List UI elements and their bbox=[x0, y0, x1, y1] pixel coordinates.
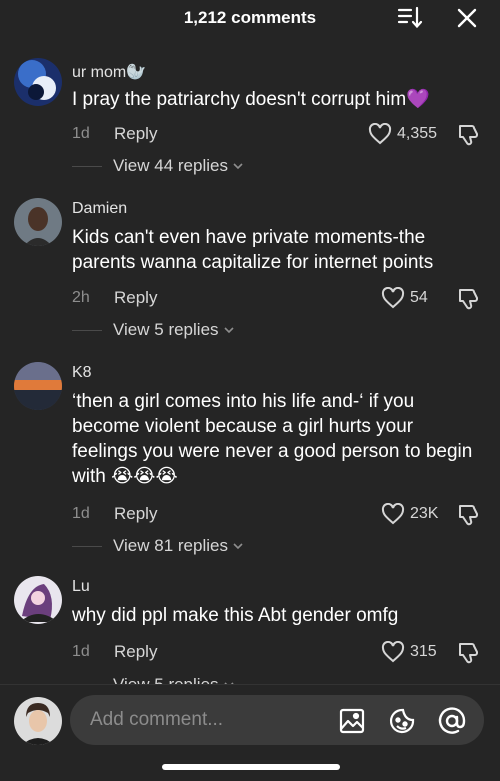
mention-icon[interactable] bbox=[438, 707, 466, 735]
avatar[interactable] bbox=[14, 58, 62, 106]
comment-text: Kids can't even have private moments-the… bbox=[72, 227, 434, 273]
reply-button[interactable]: Reply bbox=[114, 504, 157, 524]
like-count: 54 bbox=[410, 289, 428, 306]
comment-username[interactable]: ur mom🦭 bbox=[72, 62, 146, 82]
view-replies-label: View 5 replies bbox=[113, 675, 219, 684]
dislike-icon[interactable] bbox=[456, 286, 480, 310]
view-replies-label: View 5 replies bbox=[113, 320, 219, 339]
comment-username[interactable]: Damien bbox=[72, 200, 127, 218]
comment-time: 1d bbox=[72, 643, 90, 660]
like-button[interactable]: 315 bbox=[381, 639, 437, 665]
avatar[interactable] bbox=[14, 198, 62, 246]
view-replies-label: View 81 replies bbox=[113, 536, 228, 555]
dislike-icon[interactable] bbox=[456, 640, 480, 664]
close-icon[interactable] bbox=[454, 5, 480, 31]
dislike-icon[interactable] bbox=[456, 502, 480, 526]
comment-username[interactable]: Lu bbox=[72, 578, 90, 596]
emoji-icon[interactable] bbox=[388, 707, 416, 735]
like-count: 315 bbox=[410, 643, 437, 660]
comment-composer: Add comment... bbox=[0, 684, 500, 781]
image-icon[interactable] bbox=[338, 707, 366, 735]
view-replies-button[interactable]: View 5 replies bbox=[72, 319, 235, 341]
view-replies-button[interactable]: View 81 replies bbox=[72, 535, 244, 557]
reply-button[interactable]: Reply bbox=[114, 124, 157, 144]
comment-placeholder: Add comment... bbox=[90, 709, 224, 730]
comment-time: 2h bbox=[72, 289, 90, 306]
avatar[interactable] bbox=[14, 362, 62, 410]
divider bbox=[72, 165, 102, 167]
avatar[interactable] bbox=[14, 576, 62, 624]
heart-icon bbox=[368, 123, 392, 145]
heart-icon bbox=[381, 641, 405, 663]
chevron-down-icon bbox=[233, 163, 243, 170]
comment-username[interactable]: K8 bbox=[72, 364, 92, 382]
divider bbox=[72, 545, 102, 547]
comment-count-title: 1,212 comments bbox=[183, 8, 317, 27]
dislike-icon[interactable] bbox=[456, 122, 480, 146]
comment-time: 1d bbox=[72, 125, 90, 142]
comment-text: I pray the patriarchy doesn't corrupt hi… bbox=[72, 89, 430, 110]
like-button[interactable]: 4,355 bbox=[368, 121, 437, 147]
heart-icon bbox=[381, 503, 405, 525]
reply-button[interactable]: Reply bbox=[114, 642, 157, 662]
chevron-down-icon bbox=[223, 327, 234, 334]
view-replies-label: View 44 replies bbox=[113, 156, 228, 175]
comment-input[interactable]: Add comment... bbox=[70, 695, 484, 745]
comments-list[interactable]: ur mom🦭 I pray the patriarchy doesn't co… bbox=[0, 48, 500, 684]
divider bbox=[72, 329, 102, 331]
comment-text: why did ppl make this Abt gender omfg bbox=[72, 605, 399, 626]
like-count: 4,355 bbox=[397, 125, 438, 142]
comment-text: ‘then a girl comes into his life and-‘ i… bbox=[72, 391, 473, 487]
comment-time: 1d bbox=[72, 505, 90, 522]
view-replies-button[interactable]: View 5 replies bbox=[72, 674, 235, 684]
home-indicator bbox=[162, 764, 340, 770]
sort-icon[interactable] bbox=[396, 5, 424, 31]
view-replies-button[interactable]: View 44 replies bbox=[72, 155, 244, 177]
like-button[interactable]: 23K bbox=[381, 501, 438, 527]
heart-icon bbox=[381, 287, 405, 309]
reply-button[interactable]: Reply bbox=[114, 288, 157, 308]
like-button[interactable]: 54 bbox=[381, 285, 428, 311]
like-count: 23K bbox=[410, 505, 439, 522]
chevron-down-icon bbox=[233, 543, 243, 550]
user-avatar[interactable] bbox=[14, 697, 62, 745]
comments-header: 1,212 comments bbox=[0, 0, 500, 40]
